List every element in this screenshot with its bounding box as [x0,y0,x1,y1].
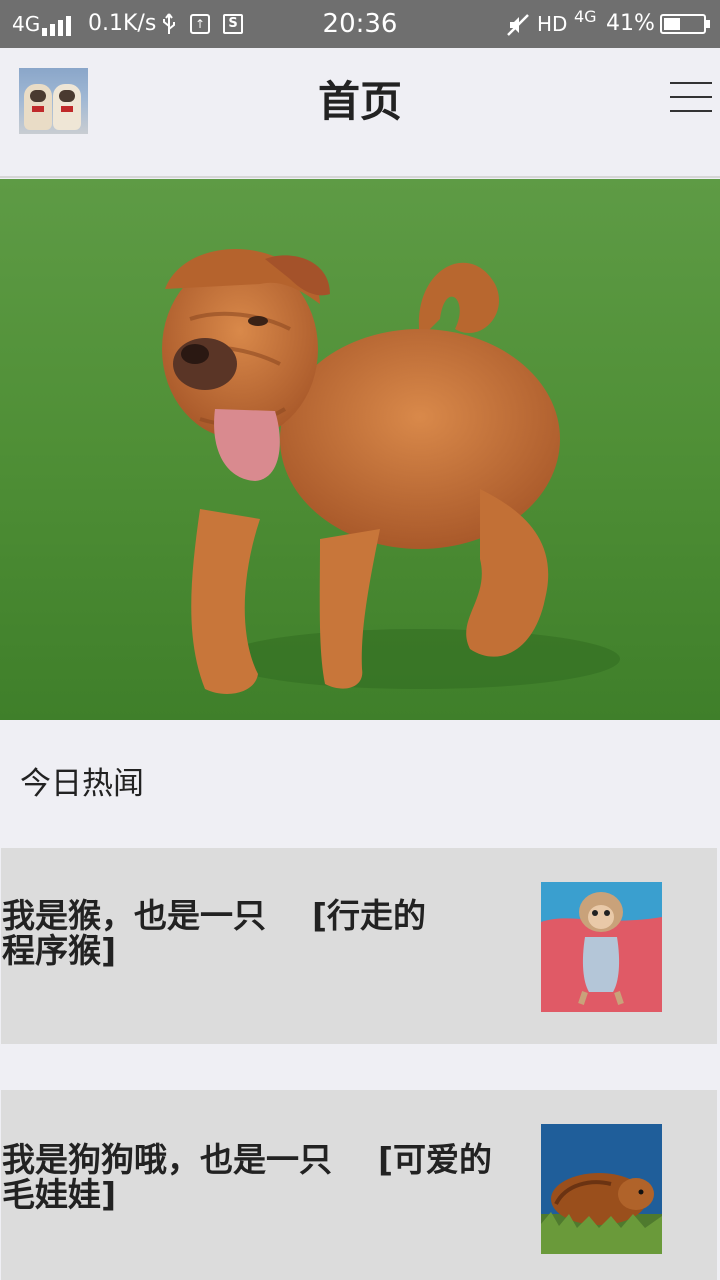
guinea-pig-thumbnail [541,1124,662,1254]
app-screen: 4G 0.1K/s ↑ S 20:36 HD 4G 41% 首页 今日热闻 我是… [0,0,720,1280]
status-bar: 4G 0.1K/s ↑ S 20:36 HD 4G 41% [0,0,720,48]
news-title: 我是狗狗哦，也是一只 [可爱的 毛娃娃] [2,1140,493,1214]
hero-banner-image[interactable] [0,179,720,720]
hd-indicator: HD [537,12,568,36]
battery-percent: 41% [606,11,655,36]
monkey-thumbnail [541,882,662,1012]
news-list-item[interactable]: 我是狗狗哦，也是一只 [可爱的 毛娃娃] [1,1090,717,1280]
section-title-today-news: 今日热闻 [20,766,144,802]
top-app-bar: 首页 [0,48,720,178]
network-type-2: 4G [574,7,597,26]
hamburger-menu-icon[interactable] [666,78,714,118]
shar-pei-dog-image [0,179,720,720]
battery-icon [660,14,706,34]
news-list-item[interactable]: 我是猴，也是一只 [行走的 程序猴] [1,848,717,1044]
battery-tip [706,20,710,28]
mute-icon [507,14,529,36]
avatar-pugs-icon[interactable] [19,68,88,134]
page-title: 首页 [317,77,402,126]
news-title: 我是猴，也是一只 [行走的 程序猴] [2,896,427,970]
